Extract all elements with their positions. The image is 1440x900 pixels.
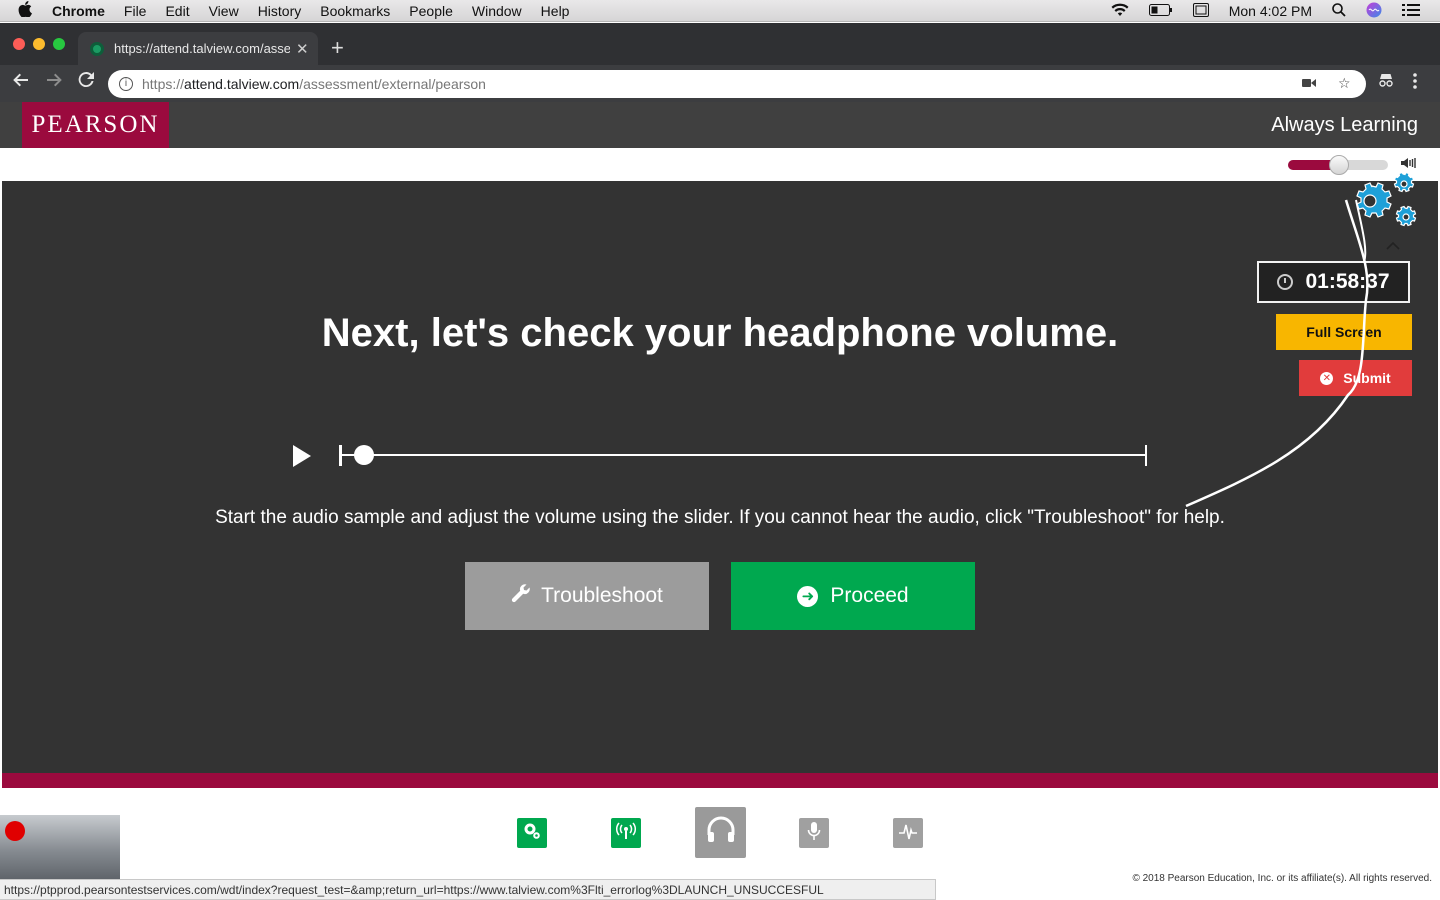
instructions-text: Start the audio sample and adjust the vo…	[215, 507, 1225, 528]
menu-file[interactable]: File	[124, 3, 147, 19]
back-arrow-icon[interactable]	[10, 72, 32, 93]
menu-help[interactable]: Help	[541, 3, 570, 19]
browser-tab-strip: https://attend.talview.com/asse ✕ +	[0, 23, 1440, 65]
volume-slider-handle[interactable]	[1329, 155, 1349, 175]
recording-indicator-icon	[5, 821, 25, 841]
full-screen-button[interactable]: Full Screen	[1276, 314, 1412, 350]
menu-app-name[interactable]: Chrome	[52, 3, 105, 19]
tab-close-icon[interactable]: ✕	[296, 40, 309, 58]
waveform-icon	[898, 822, 918, 844]
bookmark-star-icon[interactable]: ☆	[1338, 75, 1351, 92]
close-circle-icon: ✕	[1320, 371, 1334, 385]
page-heading: Next, let's check your headphone volume.	[321, 311, 1119, 355]
menubar-clock[interactable]: Mon 4:02 PM	[1229, 3, 1312, 19]
antenna-icon	[615, 822, 637, 844]
more-menu-icon[interactable]	[1413, 73, 1417, 94]
assessment-stage: Next, let's check your headphone volume.…	[2, 181, 1438, 773]
forward-arrow-icon[interactable]	[43, 72, 65, 93]
step-system-check[interactable]	[517, 818, 547, 848]
footer-accent-bar	[2, 773, 1438, 788]
camera-in-use-icon[interactable]	[1302, 75, 1316, 91]
input-menu-icon[interactable]	[1192, 2, 1209, 20]
site-header: PEARSON Always Learning	[0, 102, 1440, 148]
battery-icon[interactable]	[1148, 3, 1173, 19]
url-host: attend.talview.com	[184, 76, 300, 92]
audio-progress-track[interactable]	[340, 454, 1147, 456]
menu-window[interactable]: Window	[472, 3, 522, 19]
apple-icon[interactable]	[18, 1, 38, 20]
collapse-caret-icon[interactable]	[1386, 237, 1400, 253]
menu-people[interactable]: People	[409, 3, 453, 19]
arrow-right-circle-icon: ➜	[797, 585, 819, 607]
play-icon[interactable]	[293, 445, 311, 467]
macos-menu-bar: Chrome File Edit View History Bookmarks …	[0, 0, 1440, 22]
url-scheme: https://	[142, 76, 185, 92]
reload-icon[interactable]	[75, 72, 97, 93]
step-audio-check[interactable]	[893, 818, 923, 848]
timer-value: 01:58:37	[1305, 270, 1390, 293]
proceed-label: Proceed	[830, 584, 909, 607]
menu-edit[interactable]: Edit	[165, 3, 189, 19]
header-tagline: Always Learning	[1271, 114, 1418, 136]
speaker-icon	[1401, 157, 1417, 172]
clock-icon	[1277, 274, 1294, 290]
menu-bookmarks[interactable]: Bookmarks	[320, 3, 390, 19]
incognito-extension-icon[interactable]	[1378, 73, 1394, 92]
microphone-icon	[807, 821, 821, 845]
window-zoom-button[interactable]	[53, 38, 65, 50]
spotlight-search-icon[interactable]	[1332, 2, 1346, 20]
wrench-icon	[511, 583, 531, 609]
url-path: /assessment/external/pearson	[299, 76, 486, 92]
notification-center-icon[interactable]	[1402, 3, 1420, 19]
site-info-icon[interactable]: i	[119, 77, 133, 91]
window-minimize-button[interactable]	[33, 38, 45, 50]
address-bar[interactable]: i https:// attend.talview.com /assessmen…	[108, 70, 1366, 98]
volume-bar-area	[0, 148, 1440, 181]
submit-label: Submit	[1343, 370, 1391, 386]
step-headphone-check[interactable]	[695, 807, 746, 858]
window-close-button[interactable]	[13, 38, 25, 50]
browser-status-bar: https://ptpprod.pearsontestservices.com/…	[0, 879, 936, 900]
step-microphone-check[interactable]	[799, 818, 829, 848]
tab-title: https://attend.talview.com/asse	[114, 41, 290, 56]
audio-progress-handle[interactable]	[354, 445, 375, 465]
browser-tab-active[interactable]: https://attend.talview.com/asse ✕	[78, 32, 318, 65]
copyright-text: © 2018 Pearson Education, Inc. or its af…	[1132, 873, 1432, 884]
headphones-icon	[706, 815, 736, 850]
audio-track-end-cap	[1145, 445, 1147, 466]
proceed-button[interactable]: ➜ Proceed	[731, 562, 975, 630]
new-tab-button[interactable]: +	[331, 35, 344, 61]
troubleshoot-label: Troubleshoot	[541, 584, 663, 607]
siri-icon[interactable]	[1366, 2, 1382, 21]
menu-view[interactable]: View	[209, 3, 239, 19]
gears-icon	[523, 822, 541, 844]
settings-gears-icon[interactable]	[1348, 172, 1418, 230]
step-network-check[interactable]	[611, 818, 641, 848]
browser-toolbar: i https:// attend.talview.com /assessmen…	[0, 65, 1440, 102]
pearson-logo: PEARSON	[22, 102, 169, 148]
talview-favicon-icon	[90, 41, 104, 56]
menu-history[interactable]: History	[258, 3, 302, 19]
troubleshoot-button[interactable]: Troubleshoot	[465, 562, 709, 630]
countdown-timer: 01:58:37	[1257, 261, 1410, 303]
wifi-icon[interactable]	[1111, 3, 1129, 20]
submit-button[interactable]: ✕ Submit	[1299, 360, 1412, 396]
